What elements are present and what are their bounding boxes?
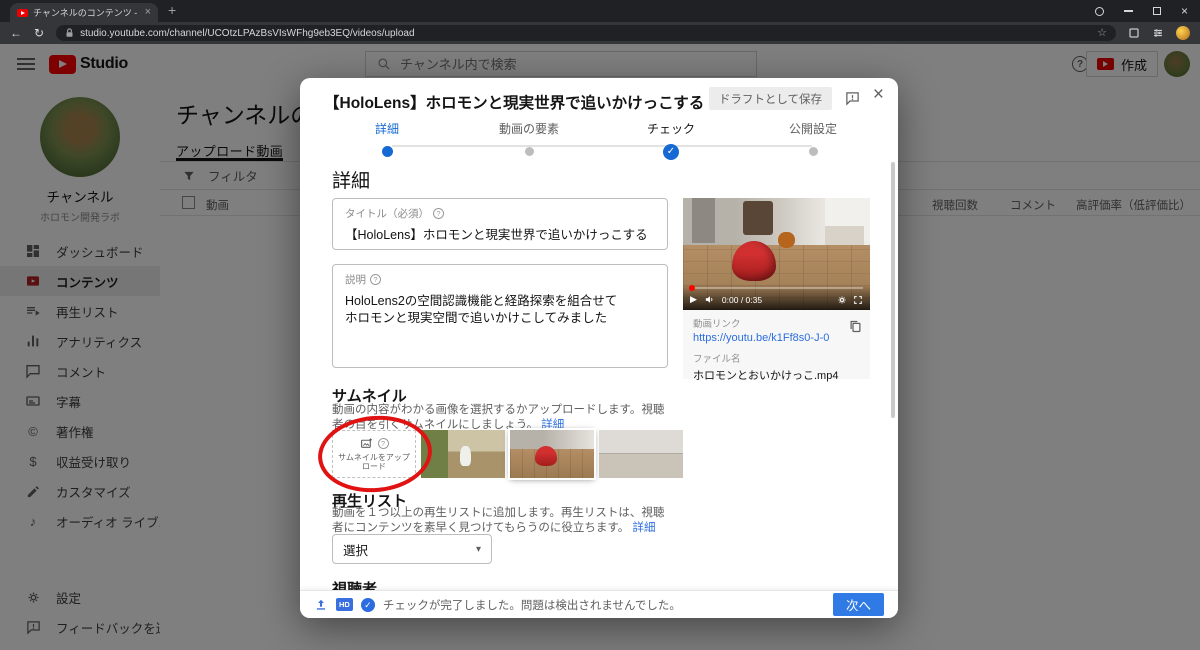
tab-title: チャンネルのコンテンツ - YouTube St [33, 8, 140, 18]
video-link[interactable]: https://youtu.be/k1Ff8s0-J-0 [693, 332, 860, 344]
reading-list-icon[interactable] [1128, 27, 1140, 39]
back-icon[interactable]: ← [10, 27, 22, 39]
playlist-select-dropdown[interactable]: 選択 ▾ [332, 534, 492, 564]
step-dot [808, 147, 818, 156]
youtube-favicon [17, 8, 28, 17]
upload-status-icon [316, 599, 326, 610]
step-dot [524, 147, 534, 156]
window-close-icon[interactable]: × [1181, 5, 1188, 17]
playhead[interactable] [689, 285, 695, 291]
step-video-elements[interactable]: 動画の要素 [469, 120, 589, 156]
help-icon[interactable]: ? [370, 274, 381, 285]
hd-badge: HD [336, 598, 353, 611]
save-draft-button[interactable]: ドラフトとして保存 [708, 87, 832, 110]
progress-bar[interactable] [689, 285, 863, 291]
title-field[interactable]: タイトル（必須） ? 【HoloLens】ホロモンと現実世界で追いかけっこする [332, 198, 668, 250]
maximize-icon[interactable] [1152, 7, 1161, 15]
bookmark-star-icon[interactable]: ☆ [1097, 27, 1107, 39]
checks-message: チェックが完了しました。問題は検出されませんでした。 [382, 599, 681, 612]
description-field-label: 説明 [345, 274, 366, 286]
stepper: 詳細 動画の要素 チェック ✓ 公開設定 [300, 116, 898, 160]
volume-icon[interactable] [704, 294, 715, 305]
minimize-icon[interactable] [1123, 10, 1133, 12]
description-field[interactable]: 説明 ? HoloLens2の空間認識機能と経路探索を組合せて ホロモンと現実空… [332, 264, 668, 368]
copy-icon[interactable] [848, 319, 863, 334]
fullscreen-icon[interactable] [853, 295, 863, 305]
upload-dialog: 【HoloLens】ホロモンと現実世界で追いかけっこする ドラフトとして保存 ×… [300, 78, 898, 618]
playlist-learn-more-link[interactable]: 詳細 [632, 522, 655, 534]
browser-tab[interactable]: チャンネルのコンテンツ - YouTube St × [10, 3, 158, 22]
dialog-title: 【HoloLens】ホロモンと現実世界で追いかけっこする [324, 95, 705, 112]
reload-icon[interactable]: ↻ [34, 27, 44, 39]
playlist-description: 動画を１つ以上の再生リストに追加します。再生リストは、視聴者にコンテンツを素早く… [332, 507, 665, 534]
video-player[interactable]: ▶ 0:00 / 0:35 [683, 198, 870, 310]
time-display: 0:00 / 0:35 [721, 294, 763, 305]
filename-value: ホロモンとおいかけっこ.mp4 [693, 370, 839, 382]
thumbnail-option-1[interactable] [421, 430, 505, 478]
dialog-feedback-icon[interactable] [845, 91, 860, 106]
url-bar[interactable]: studio.youtube.com/channel/UCOtzLPAzBsVI… [56, 25, 1116, 41]
step-dot [381, 146, 393, 157]
checks-complete-icon: ✓ [360, 597, 375, 612]
browser-profile-avatar[interactable] [1176, 26, 1190, 40]
window-controls: × [1094, 0, 1188, 22]
step-details[interactable]: 詳細 [327, 120, 447, 157]
stepper-line [392, 145, 812, 147]
help-icon[interactable]: ? [433, 208, 444, 219]
extensions-icon[interactable] [1152, 27, 1164, 39]
video-link-label: 動画リンク [693, 319, 741, 330]
browser-toolbar: ← ↻ studio.youtube.com/channel/UCOtzLPAz… [0, 22, 1200, 44]
filename-label: ファイル名 [693, 354, 741, 365]
screen: チャンネルのコンテンツ - YouTube St × + × ← ↻ studi… [0, 0, 1200, 650]
step-visibility[interactable]: 公開設定 [753, 120, 873, 156]
url-text: studio.youtube.com/channel/UCOtzLPAzBsVI… [80, 27, 415, 39]
dialog-footer: HD ✓ チェックが完了しました。問題は検出されませんでした。 次へ [300, 590, 898, 618]
chevron-down-icon: ▾ [475, 543, 481, 555]
video-panel: ▶ 0:00 / 0:35 動画リンク https://youtu.be/k1F… [683, 198, 870, 382]
thumbnail-option-3[interactable] [599, 430, 683, 478]
app-circle-icon[interactable] [1094, 6, 1104, 16]
section-heading: 詳細 [332, 171, 371, 192]
description-line[interactable]: ホロモンと現実空間で追いかけこしてみました [345, 310, 655, 327]
title-field-value[interactable]: 【HoloLens】ホロモンと現実世界で追いかけっこする [345, 227, 655, 244]
title-field-label: タイトル（必須） [345, 208, 429, 220]
player-settings-icon[interactable] [837, 295, 847, 305]
play-icon[interactable]: ▶ [690, 295, 697, 304]
lock-icon [66, 28, 73, 37]
dialog-scrollbar[interactable] [891, 162, 895, 418]
dialog-close-icon[interactable]: × [873, 85, 884, 104]
description-line[interactable]: HoloLens2の空間認識機能と経路探索を組合せて [345, 293, 655, 310]
tab-close-icon[interactable]: × [145, 7, 151, 18]
browser-tabstrip: チャンネルのコンテンツ - YouTube St × + × [0, 0, 1200, 22]
video-info: 動画リンク https://youtu.be/k1Ff8s0-J-0 ファイル名… [683, 310, 870, 383]
next-button[interactable]: 次へ [832, 593, 884, 616]
check-icon: ✓ [663, 144, 679, 160]
thumbnail-learn-more-link[interactable]: 詳細 [541, 419, 564, 431]
new-tab-button[interactable]: + [168, 2, 176, 18]
step-checks[interactable]: チェック ✓ [611, 120, 731, 160]
thumbnail-option-2-selected[interactable] [510, 430, 594, 478]
